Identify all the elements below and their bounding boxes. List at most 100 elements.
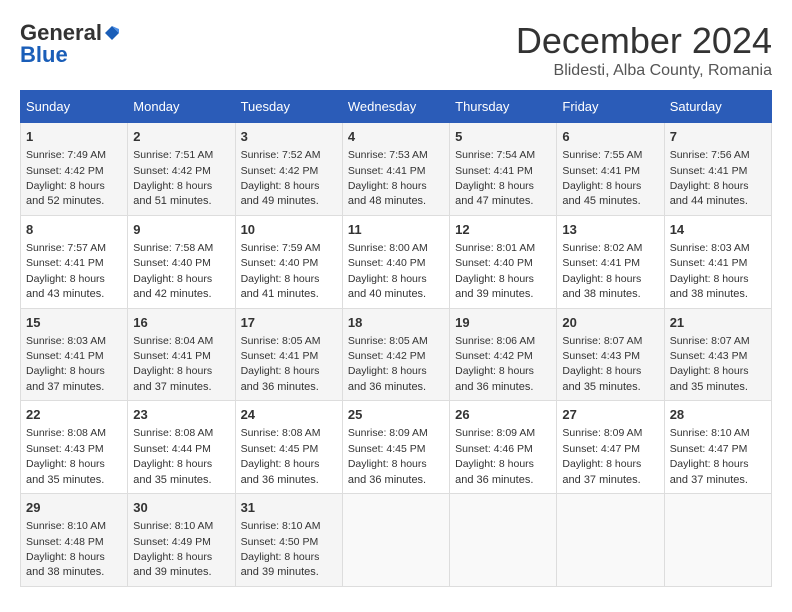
sunset-text: Sunset: 4:45 PM: [348, 443, 426, 455]
sunset-text: Sunset: 4:41 PM: [455, 165, 533, 177]
table-row: 24 Sunrise: 8:08 AM Sunset: 4:45 PM Dayl…: [235, 401, 342, 494]
sunrise-text: Sunrise: 7:59 AM: [241, 242, 321, 254]
table-row: 23 Sunrise: 8:08 AM Sunset: 4:44 PM Dayl…: [128, 401, 235, 494]
daylight-text: Daylight: 8 hours: [455, 273, 534, 285]
sunset-text: Sunset: 4:43 PM: [562, 350, 640, 362]
sunrise-text: Sunrise: 7:54 AM: [455, 149, 535, 161]
sunrise-text: Sunrise: 8:01 AM: [455, 242, 535, 254]
day-number: 19: [455, 314, 551, 332]
table-row: 28 Sunrise: 8:10 AM Sunset: 4:47 PM Dayl…: [664, 401, 771, 494]
table-row: 7 Sunrise: 7:56 AM Sunset: 4:41 PM Dayli…: [664, 123, 771, 216]
title-block: December 2024 Blidesti, Alba County, Rom…: [516, 20, 772, 80]
table-row: 19 Sunrise: 8:06 AM Sunset: 4:42 PM Dayl…: [450, 308, 557, 401]
calendar-table: Sunday Monday Tuesday Wednesday Thursday…: [20, 90, 772, 587]
table-row: 4 Sunrise: 7:53 AM Sunset: 4:41 PM Dayli…: [342, 123, 449, 216]
table-row: 8 Sunrise: 7:57 AM Sunset: 4:41 PM Dayli…: [21, 215, 128, 308]
sunset-text: Sunset: 4:49 PM: [133, 536, 211, 548]
table-row: 18 Sunrise: 8:05 AM Sunset: 4:42 PM Dayl…: [342, 308, 449, 401]
table-row: 16 Sunrise: 8:04 AM Sunset: 4:41 PM Dayl…: [128, 308, 235, 401]
day-number: 7: [670, 128, 766, 146]
daylight-text: Daylight: 8 hours: [133, 458, 212, 470]
day-number: 30: [133, 499, 229, 517]
table-row: 13 Sunrise: 8:02 AM Sunset: 4:41 PM Dayl…: [557, 215, 664, 308]
daylight-text: Daylight: 8 hours: [348, 365, 427, 377]
sunrise-text: Sunrise: 8:09 AM: [455, 427, 535, 439]
daylight-text: Daylight: 8 hours: [562, 273, 641, 285]
day-number: 20: [562, 314, 658, 332]
sunset-text: Sunset: 4:40 PM: [348, 257, 426, 269]
day-number: 28: [670, 406, 766, 424]
calendar-header-row: Sunday Monday Tuesday Wednesday Thursday…: [21, 91, 772, 123]
table-row: 10 Sunrise: 7:59 AM Sunset: 4:40 PM Dayl…: [235, 215, 342, 308]
sunrise-text: Sunrise: 7:51 AM: [133, 149, 213, 161]
table-row: 9 Sunrise: 7:58 AM Sunset: 4:40 PM Dayli…: [128, 215, 235, 308]
sunset-text: Sunset: 4:41 PM: [562, 257, 640, 269]
daylight-text: Daylight: 8 hours: [26, 551, 105, 563]
day-number: 29: [26, 499, 122, 517]
day-number: 14: [670, 221, 766, 239]
sunrise-text: Sunrise: 8:04 AM: [133, 335, 213, 347]
table-row: 2 Sunrise: 7:51 AM Sunset: 4:42 PM Dayli…: [128, 123, 235, 216]
day-number: 8: [26, 221, 122, 239]
day-number: 3: [241, 128, 337, 146]
sunset-text: Sunset: 4:42 PM: [241, 165, 319, 177]
day-number: 6: [562, 128, 658, 146]
calendar-body: 1 Sunrise: 7:49 AM Sunset: 4:42 PM Dayli…: [21, 123, 772, 587]
day-number: 11: [348, 221, 444, 239]
day-number: 16: [133, 314, 229, 332]
sunrise-text: Sunrise: 7:55 AM: [562, 149, 642, 161]
table-row: 14 Sunrise: 8:03 AM Sunset: 4:41 PM Dayl…: [664, 215, 771, 308]
header-sunday: Sunday: [21, 91, 128, 123]
day-number: 17: [241, 314, 337, 332]
day-number: 4: [348, 128, 444, 146]
day-number: 25: [348, 406, 444, 424]
daylight-text: Daylight: 8 hours: [562, 180, 641, 192]
day-number: 31: [241, 499, 337, 517]
sunrise-text: Sunrise: 8:07 AM: [670, 335, 750, 347]
day-number: 1: [26, 128, 122, 146]
sunset-text: Sunset: 4:41 PM: [670, 257, 748, 269]
day-number: 2: [133, 128, 229, 146]
header-saturday: Saturday: [664, 91, 771, 123]
daylight-text: Daylight: 8 hours: [26, 365, 105, 377]
day-number: 21: [670, 314, 766, 332]
daylight-text: Daylight: 8 hours: [241, 551, 320, 563]
day-number: 24: [241, 406, 337, 424]
daylight-text: Daylight: 8 hours: [670, 365, 749, 377]
table-row: 1 Sunrise: 7:49 AM Sunset: 4:42 PM Dayli…: [21, 123, 128, 216]
table-row: 31 Sunrise: 8:10 AM Sunset: 4:50 PM Dayl…: [235, 494, 342, 587]
sunrise-text: Sunrise: 7:58 AM: [133, 242, 213, 254]
sunrise-text: Sunrise: 7:57 AM: [26, 242, 106, 254]
sunrise-text: Sunrise: 8:05 AM: [348, 335, 428, 347]
table-row: 15 Sunrise: 8:03 AM Sunset: 4:41 PM Dayl…: [21, 308, 128, 401]
calendar-row: 22 Sunrise: 8:08 AM Sunset: 4:43 PM Dayl…: [21, 401, 772, 494]
sunset-text: Sunset: 4:48 PM: [26, 536, 104, 548]
day-number: 15: [26, 314, 122, 332]
sunset-text: Sunset: 4:41 PM: [26, 350, 104, 362]
day-number: 12: [455, 221, 551, 239]
sunrise-text: Sunrise: 8:09 AM: [348, 427, 428, 439]
sunset-text: Sunset: 4:41 PM: [241, 350, 319, 362]
table-row: [450, 494, 557, 587]
daylight-text: Daylight: 8 hours: [26, 458, 105, 470]
sunset-text: Sunset: 4:45 PM: [241, 443, 319, 455]
table-row: [557, 494, 664, 587]
sunset-text: Sunset: 4:41 PM: [670, 165, 748, 177]
daylight-text: Daylight: 8 hours: [670, 180, 749, 192]
sunrise-text: Sunrise: 7:52 AM: [241, 149, 321, 161]
calendar-row: 8 Sunrise: 7:57 AM Sunset: 4:41 PM Dayli…: [21, 215, 772, 308]
logo-blue: Blue: [20, 42, 68, 68]
sunrise-text: Sunrise: 8:05 AM: [241, 335, 321, 347]
sunrise-text: Sunrise: 8:08 AM: [241, 427, 321, 439]
sunrise-text: Sunrise: 8:03 AM: [26, 335, 106, 347]
sunrise-text: Sunrise: 8:10 AM: [670, 427, 750, 439]
sunset-text: Sunset: 4:50 PM: [241, 536, 319, 548]
day-number: 13: [562, 221, 658, 239]
day-number: 22: [26, 406, 122, 424]
daylight-text: Daylight: 8 hours: [562, 365, 641, 377]
sunrise-text: Sunrise: 8:10 AM: [241, 520, 321, 532]
daylight-text: Daylight: 8 hours: [348, 180, 427, 192]
daylight-text: Daylight: 8 hours: [455, 365, 534, 377]
sunset-text: Sunset: 4:47 PM: [670, 443, 748, 455]
daylight-text: Daylight: 8 hours: [241, 273, 320, 285]
